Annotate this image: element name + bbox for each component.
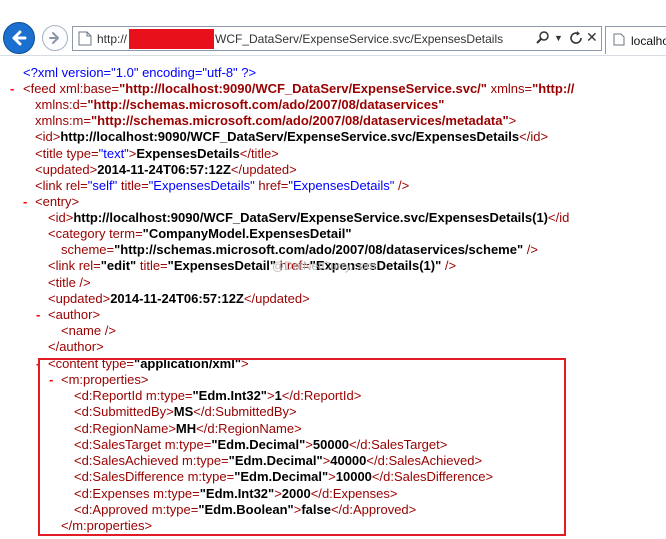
watermark: @DotNetCurry.com [272,259,376,273]
entry-title: <title /> [48,275,91,290]
feed-updated: <updated>2014-11-24T06:57:12Z</updated> [35,162,297,177]
feed-title: <title type="text">ExpensesDetails</titl… [35,146,279,161]
entry-category: <category term="CompanyModel.ExpensesDet… [48,226,352,241]
entry-open-tag: <entry> [35,194,80,209]
forward-arrow-icon [49,32,59,44]
feed-id: <id>http://localhost:9090/WCF_DataServ/E… [35,129,549,144]
tab-favicon-icon [613,33,625,46]
back-arrow-icon [12,30,27,46]
search-icon[interactable] [535,30,551,46]
entry-category-scheme: scheme="http://schemas.microsoft.com/ado… [61,242,538,257]
dropdown-icon[interactable]: ▼ [554,33,563,43]
entry-id: <id>http://localhost:9090/WCF_DataServ/E… [48,210,570,225]
forward-button[interactable] [42,25,68,51]
browser-tab[interactable]: localhost [605,26,666,54]
stop-icon[interactable]: ✕ [586,29,598,46]
xml-document: <?xml version="1.0" encoding="utf-8" ?> … [0,62,666,539]
author-close-tag: </author> [48,339,104,354]
url-path: WCF_DataServ/ExpenseService.svc/Expenses… [215,32,504,46]
feed-open-tag: <feed xml:base="http://localhost:9090/WC… [23,81,575,96]
redacted-host [129,29,214,49]
collapse-entry-toggle[interactable]: - [23,194,27,210]
address-bar[interactable]: http:// WCF_DataServ/ExpenseService.svc/… [72,26,602,51]
browser-toolbar: http:// WCF_DataServ/ExpenseService.svc/… [0,0,666,62]
feed-xmlns-m: xmlns:m="http://schemas.microsoft.com/ad… [35,113,517,128]
tab-title: localhost [631,34,666,48]
entry-updated: <updated>2014-11-24T06:57:12Z</updated> [48,291,310,306]
feed-link: <link rel="self" title="ExpensesDetails"… [35,178,410,193]
xml-declaration: <?xml version="1.0" encoding="utf-8" ?> [23,65,257,80]
entry-link: <link rel="edit" title="ExpensesDetail" … [48,258,457,273]
author-open-tag: <author> [48,307,101,322]
page-icon [78,31,92,46]
author-name: <name /> [61,323,116,338]
feed-xmlns-d: xmlns:d="http://schemas.microsoft.com/ad… [35,97,445,112]
back-button[interactable] [3,22,35,54]
collapse-feed-toggle[interactable]: - [10,81,14,97]
toolbar-divider [0,55,666,56]
collapse-author-toggle[interactable]: - [36,307,40,323]
refresh-icon[interactable] [569,30,584,46]
highlight-box [38,358,566,536]
url-prefix: http:// [97,32,128,46]
